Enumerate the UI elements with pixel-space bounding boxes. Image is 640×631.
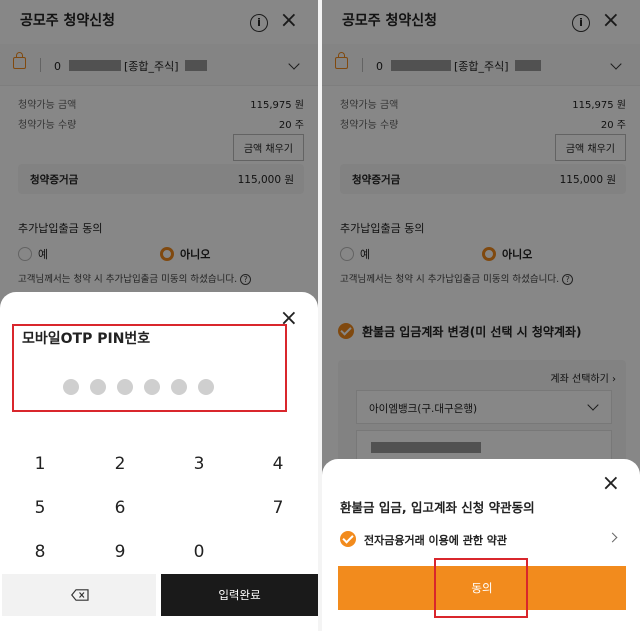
- otp-pin-sheet: × 모바일OTP PIN번호 1 2 3 4 5 6 7 8 9 0 입력완료: [0, 292, 318, 631]
- key-8[interactable]: 8: [10, 542, 70, 562]
- check-circle-icon: [340, 531, 356, 547]
- close-icon[interactable]: ×: [602, 473, 620, 495]
- chevron-right-icon: [607, 532, 618, 543]
- highlight-box: [12, 324, 287, 412]
- backspace-icon: [71, 589, 89, 601]
- left-screen: 공모주 청약신청 i × 0 [종합_주식] 청약가능 금액 115,975 원…: [0, 0, 318, 631]
- key-3[interactable]: 3: [169, 454, 229, 474]
- agree-sheet-title: 환불금 입금, 입고계좌 신청 약관동의: [340, 500, 535, 515]
- right-screen: 공모주 청약신청 i × 0 [종합_주식] 청약가능 금액 115,975 원…: [322, 0, 640, 631]
- key-2[interactable]: 2: [90, 454, 150, 474]
- key-1[interactable]: 1: [10, 454, 70, 474]
- terms-item-label: 전자금융거래 이용에 관한 약관: [364, 534, 508, 547]
- key-7[interactable]: 7: [248, 498, 308, 518]
- key-5[interactable]: 5: [10, 498, 70, 518]
- highlight-box: [434, 558, 528, 618]
- submit-pin-button[interactable]: 입력완료: [161, 574, 318, 616]
- key-0[interactable]: 0: [169, 542, 229, 562]
- key-4[interactable]: 4: [248, 454, 308, 474]
- terms-item[interactable]: 전자금융거래 이용에 관한 약관: [340, 531, 618, 548]
- key-6[interactable]: 6: [90, 498, 150, 518]
- key-9[interactable]: 9: [90, 542, 150, 562]
- terms-agreement-sheet: × 환불금 입금, 입고계좌 신청 약관동의 전자금융거래 이용에 관한 약관 …: [322, 459, 640, 631]
- backspace-button[interactable]: [2, 574, 156, 616]
